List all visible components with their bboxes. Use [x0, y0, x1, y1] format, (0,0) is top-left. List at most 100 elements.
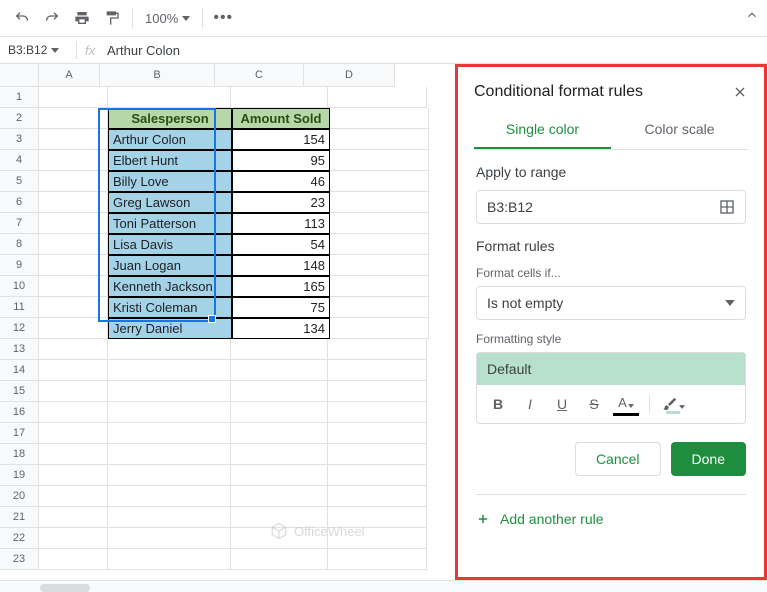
zoom-dropdown[interactable]: 100%: [139, 11, 196, 26]
column-header[interactable]: A: [39, 64, 100, 87]
cell[interactable]: Billy Love: [108, 171, 232, 192]
cell[interactable]: 165: [232, 276, 330, 297]
cell[interactable]: [330, 318, 429, 339]
cell[interactable]: [328, 444, 427, 465]
row-header[interactable]: 9: [0, 255, 39, 276]
row-header[interactable]: 13: [0, 339, 39, 360]
cell[interactable]: [39, 276, 108, 297]
cell[interactable]: [39, 150, 108, 171]
column-header[interactable]: B: [100, 64, 215, 87]
cell[interactable]: [108, 444, 231, 465]
cell[interactable]: [39, 255, 108, 276]
row-header[interactable]: 23: [0, 549, 39, 570]
cell[interactable]: Salesperson: [108, 108, 232, 129]
cell[interactable]: [39, 108, 108, 129]
row-header[interactable]: 17: [0, 423, 39, 444]
cell[interactable]: Juan Logan: [108, 255, 232, 276]
cell[interactable]: [108, 423, 231, 444]
formula-input[interactable]: Arthur Colon: [107, 43, 759, 58]
cell[interactable]: [39, 444, 108, 465]
cell[interactable]: [328, 423, 427, 444]
row-header[interactable]: 21: [0, 507, 39, 528]
row-header[interactable]: 20: [0, 486, 39, 507]
paint-format-icon[interactable]: [98, 4, 126, 32]
cell[interactable]: 95: [232, 150, 330, 171]
text-color-button[interactable]: A: [613, 393, 639, 416]
collapse-toolbar-icon[interactable]: [745, 8, 759, 22]
row-header[interactable]: 16: [0, 402, 39, 423]
row-header[interactable]: 2: [0, 108, 39, 129]
fill-color-button[interactable]: [660, 391, 686, 417]
row-header[interactable]: 15: [0, 381, 39, 402]
cell[interactable]: [328, 87, 427, 108]
cell[interactable]: [108, 486, 231, 507]
cell[interactable]: Amount Sold: [232, 108, 330, 129]
row-header[interactable]: 7: [0, 213, 39, 234]
cell[interactable]: [39, 87, 108, 108]
cell[interactable]: [39, 318, 108, 339]
row-header[interactable]: 1: [0, 87, 39, 108]
cell[interactable]: [39, 234, 108, 255]
underline-button[interactable]: U: [549, 391, 575, 417]
cell[interactable]: [328, 381, 427, 402]
cell[interactable]: [231, 465, 328, 486]
cell[interactable]: [39, 339, 108, 360]
cell[interactable]: [39, 549, 108, 570]
cell[interactable]: [108, 87, 231, 108]
bold-button[interactable]: B: [485, 391, 511, 417]
cell[interactable]: [231, 549, 328, 570]
cell[interactable]: [231, 486, 328, 507]
tab-single-color[interactable]: Single color: [474, 111, 611, 149]
spreadsheet-grid[interactable]: ABCD 12SalespersonAmount Sold3Arthur Col…: [0, 64, 455, 580]
name-box[interactable]: B3:B12: [8, 43, 68, 57]
select-range-icon[interactable]: [719, 199, 735, 215]
style-preview[interactable]: Default: [477, 353, 745, 385]
cell[interactable]: [39, 213, 108, 234]
cell[interactable]: [330, 297, 429, 318]
more-icon[interactable]: •••: [209, 4, 237, 32]
select-all-corner[interactable]: [0, 64, 39, 87]
cell[interactable]: [330, 192, 429, 213]
cell[interactable]: 134: [232, 318, 330, 339]
cell[interactable]: [330, 276, 429, 297]
horizontal-scrollbar[interactable]: [0, 580, 767, 592]
cell[interactable]: 54: [232, 234, 330, 255]
cell[interactable]: [39, 297, 108, 318]
row-header[interactable]: 8: [0, 234, 39, 255]
cell[interactable]: [330, 213, 429, 234]
row-header[interactable]: 5: [0, 171, 39, 192]
cell[interactable]: 46: [232, 171, 330, 192]
cell[interactable]: 154: [232, 129, 330, 150]
cell[interactable]: [39, 129, 108, 150]
column-header[interactable]: C: [215, 64, 304, 87]
cancel-button[interactable]: Cancel: [575, 442, 661, 476]
cell[interactable]: [39, 507, 108, 528]
cell[interactable]: [108, 381, 231, 402]
row-header[interactable]: 3: [0, 129, 39, 150]
cell[interactable]: [328, 549, 427, 570]
cell[interactable]: Elbert Hunt: [108, 150, 232, 171]
cell[interactable]: [39, 528, 108, 549]
cell[interactable]: [330, 150, 429, 171]
cell[interactable]: [39, 171, 108, 192]
cell[interactable]: Toni Patterson: [108, 213, 232, 234]
selection-handle[interactable]: [208, 315, 216, 323]
tab-color-scale[interactable]: Color scale: [611, 111, 748, 149]
cell[interactable]: [330, 171, 429, 192]
row-header[interactable]: 12: [0, 318, 39, 339]
cell[interactable]: [328, 465, 427, 486]
row-header[interactable]: 11: [0, 297, 39, 318]
cell[interactable]: [39, 381, 108, 402]
cell[interactable]: Arthur Colon: [108, 129, 232, 150]
cell[interactable]: [39, 423, 108, 444]
print-icon[interactable]: [68, 4, 96, 32]
cell[interactable]: [39, 192, 108, 213]
cell[interactable]: Lisa Davis: [108, 234, 232, 255]
cell[interactable]: [231, 423, 328, 444]
row-header[interactable]: 6: [0, 192, 39, 213]
cell[interactable]: [39, 360, 108, 381]
cell[interactable]: [39, 486, 108, 507]
cell[interactable]: [39, 402, 108, 423]
range-input[interactable]: B3:B12: [476, 190, 746, 224]
row-header[interactable]: 19: [0, 465, 39, 486]
